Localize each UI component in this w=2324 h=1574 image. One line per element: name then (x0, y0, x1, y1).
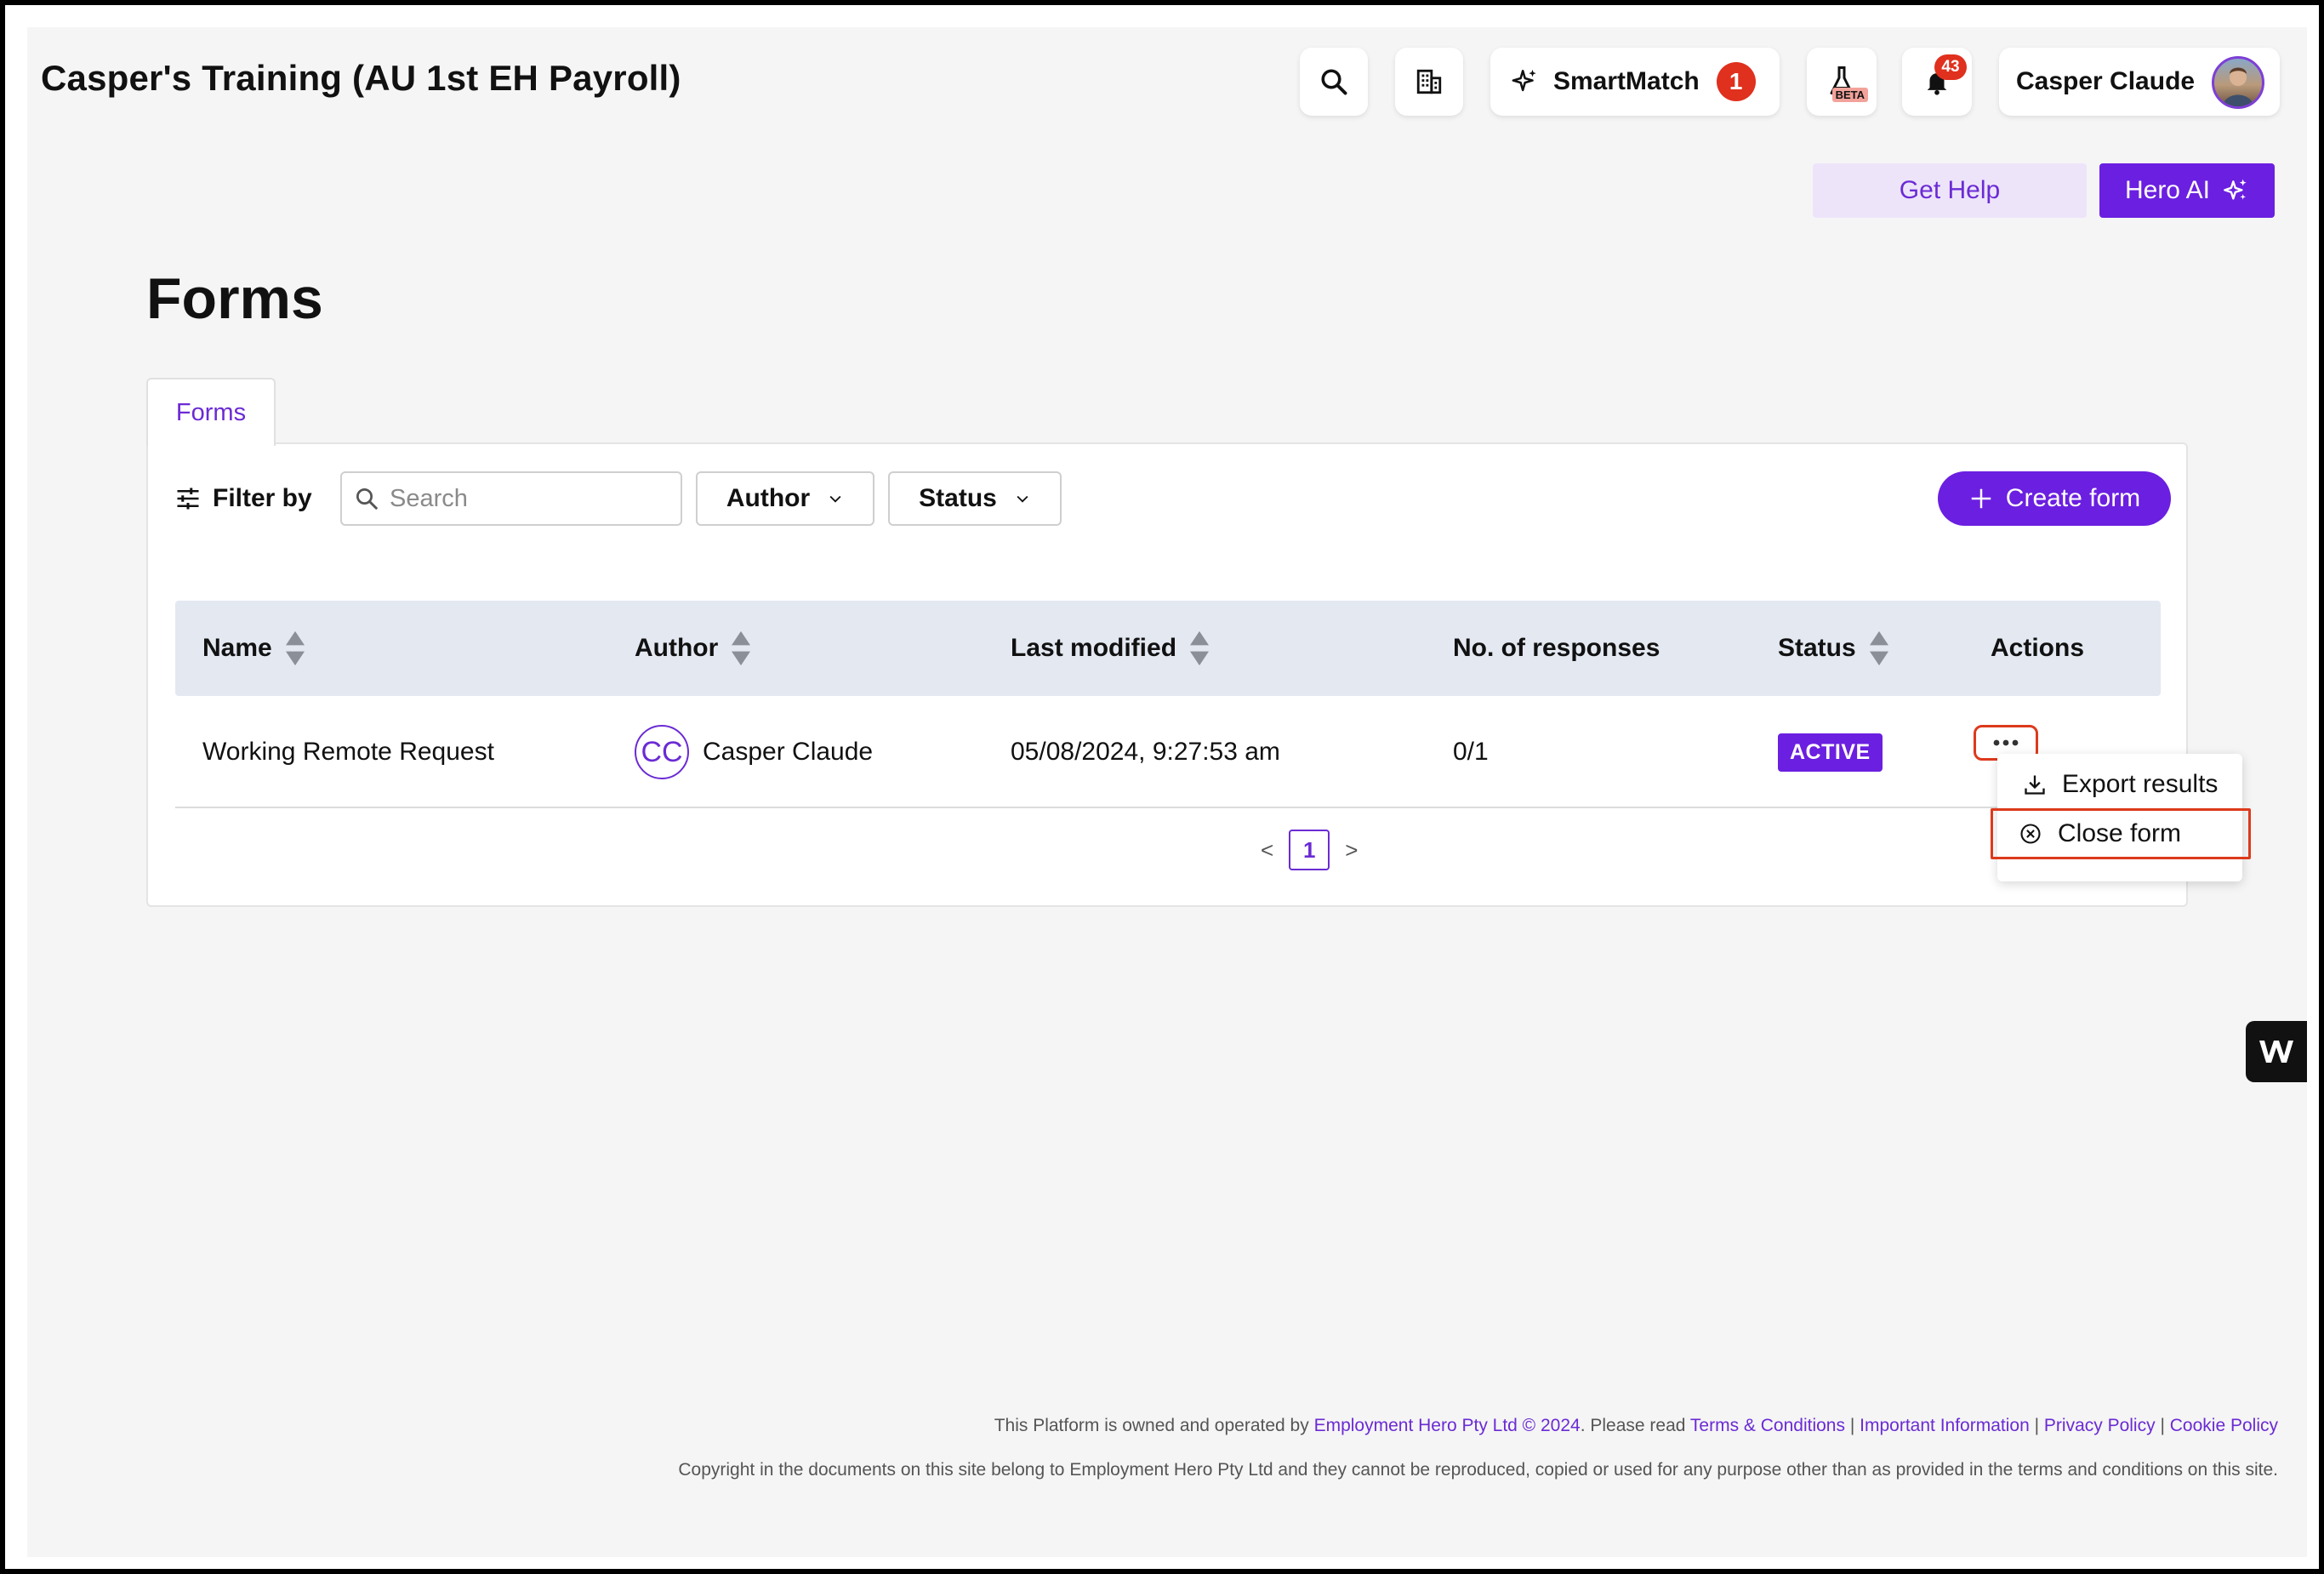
search-field[interactable] (340, 471, 682, 526)
user-avatar (2212, 56, 2264, 109)
screenshot-frame: Casper's Training (AU 1st EH Payroll) Sm… (5, 5, 2319, 1569)
search-input[interactable] (390, 484, 662, 513)
filter-by-label: Filter by (175, 482, 312, 516)
sort-icon (1190, 630, 1210, 666)
cookie-policy-link[interactable]: Cookie Policy (2170, 1416, 2278, 1435)
export-results-menu-item[interactable]: Export results (1997, 761, 2242, 808)
sparkle-icon (2224, 179, 2247, 200)
author-filter-dropdown[interactable]: Author (696, 471, 874, 526)
hero-ai-button[interactable]: Hero AI (2099, 163, 2275, 218)
close-circle-icon (2020, 824, 2041, 844)
last-modified-cell: 05/08/2024, 9:27:53 am (1011, 738, 1280, 766)
create-form-button[interactable]: Create form (1938, 471, 2171, 526)
column-header-author[interactable]: Author (635, 601, 752, 696)
building-icon (1416, 69, 1442, 94)
app-window: Casper's Training (AU 1st EH Payroll) Sm… (27, 27, 2307, 1557)
pagination: < 1 > (1261, 829, 1358, 871)
global-search-button[interactable] (1300, 48, 1368, 116)
footer-ownership: This Platform is owned and operated by E… (994, 1416, 2278, 1435)
sparkle-icon (1512, 69, 1536, 92)
download-icon (2025, 775, 2045, 795)
tab-forms[interactable]: Forms (146, 378, 276, 446)
column-header-responses: No. of responses (1453, 634, 1660, 662)
author-cell: CC Casper Claude (635, 696, 873, 808)
status-badge: ACTIVE (1778, 733, 1883, 772)
column-header-status[interactable]: Status (1778, 601, 1890, 696)
smartmatch-button[interactable]: SmartMatch 1 (1490, 48, 1780, 116)
company-link[interactable]: Employment Hero Pty Ltd © 2024 (1314, 1416, 1581, 1435)
organisation-button[interactable] (1395, 48, 1463, 116)
chevron-down-icon (829, 495, 841, 503)
column-header-last-modified[interactable]: Last modified (1011, 601, 1210, 696)
table-header: Name Author Last modified No. of respons… (175, 601, 2161, 696)
important-info-link[interactable]: Important Information (1860, 1416, 2030, 1435)
form-name-cell[interactable]: Working Remote Request (202, 696, 494, 808)
author-avatar: CC (635, 725, 689, 779)
privacy-policy-link[interactable]: Privacy Policy (2044, 1416, 2156, 1435)
footer-copyright: Copyright in the documents on this site … (678, 1460, 2278, 1480)
author-filter-label: Author (726, 484, 811, 512)
w-logo-icon (2259, 1041, 2293, 1063)
sliders-icon (177, 488, 199, 510)
column-header-actions: Actions (1991, 634, 2085, 662)
status-filter-dropdown[interactable]: Status (888, 471, 1062, 526)
status-cell: ACTIVE (1778, 696, 1883, 808)
responses-cell: 0/1 (1453, 738, 1489, 766)
pagination-next[interactable]: > (1345, 837, 1358, 864)
smartmatch-count-badge: 1 (1716, 62, 1756, 101)
org-title: Casper's Training (AU 1st EH Payroll) (41, 58, 681, 98)
side-widget-button[interactable] (2246, 1021, 2307, 1082)
hero-ai-label: Hero AI (2124, 176, 2211, 204)
page-title: Forms (146, 266, 323, 331)
search-icon (356, 488, 378, 510)
user-name: Casper Claude (2016, 67, 2196, 95)
chevron-down-icon (1017, 495, 1028, 503)
column-header-name[interactable]: Name (202, 601, 306, 696)
forms-panel: Filter by Author Status (146, 442, 2188, 907)
smartmatch-label: SmartMatch (1553, 67, 1700, 95)
search-icon (1321, 69, 1347, 95)
table-row[interactable]: Working Remote Request CC Casper Claude … (175, 696, 2161, 808)
notifications-button[interactable]: 43 (1902, 48, 1972, 116)
beta-features-button[interactable]: BETA (1807, 48, 1877, 116)
beta-tag: BETA (1831, 88, 1868, 102)
get-help-button[interactable]: Get Help (1813, 163, 2087, 218)
pagination-prev[interactable]: < (1261, 837, 1273, 864)
author-name: Casper Claude (703, 738, 874, 766)
status-filter-label: Status (919, 484, 997, 512)
filter-by-text: Filter by (213, 484, 312, 512)
close-form-menu-item[interactable]: Close form (1991, 808, 2251, 859)
sort-icon (1869, 630, 1888, 666)
more-horizontal-icon (1993, 739, 2019, 746)
notifications-count-badge: 43 (1934, 54, 1967, 80)
user-menu-button[interactable]: Casper Claude (1999, 48, 2280, 116)
pagination-page-1[interactable]: 1 (1289, 830, 1330, 870)
row-actions-menu: Export results Close form (1991, 754, 2251, 881)
create-form-label: Create form (2005, 484, 2141, 512)
sort-icon (732, 630, 751, 666)
terms-link[interactable]: Terms & Conditions (1690, 1416, 1845, 1435)
close-form-label: Close form (2058, 819, 2182, 847)
sort-icon (285, 630, 305, 666)
export-results-label: Export results (2062, 770, 2219, 798)
plus-icon (1971, 488, 1991, 509)
